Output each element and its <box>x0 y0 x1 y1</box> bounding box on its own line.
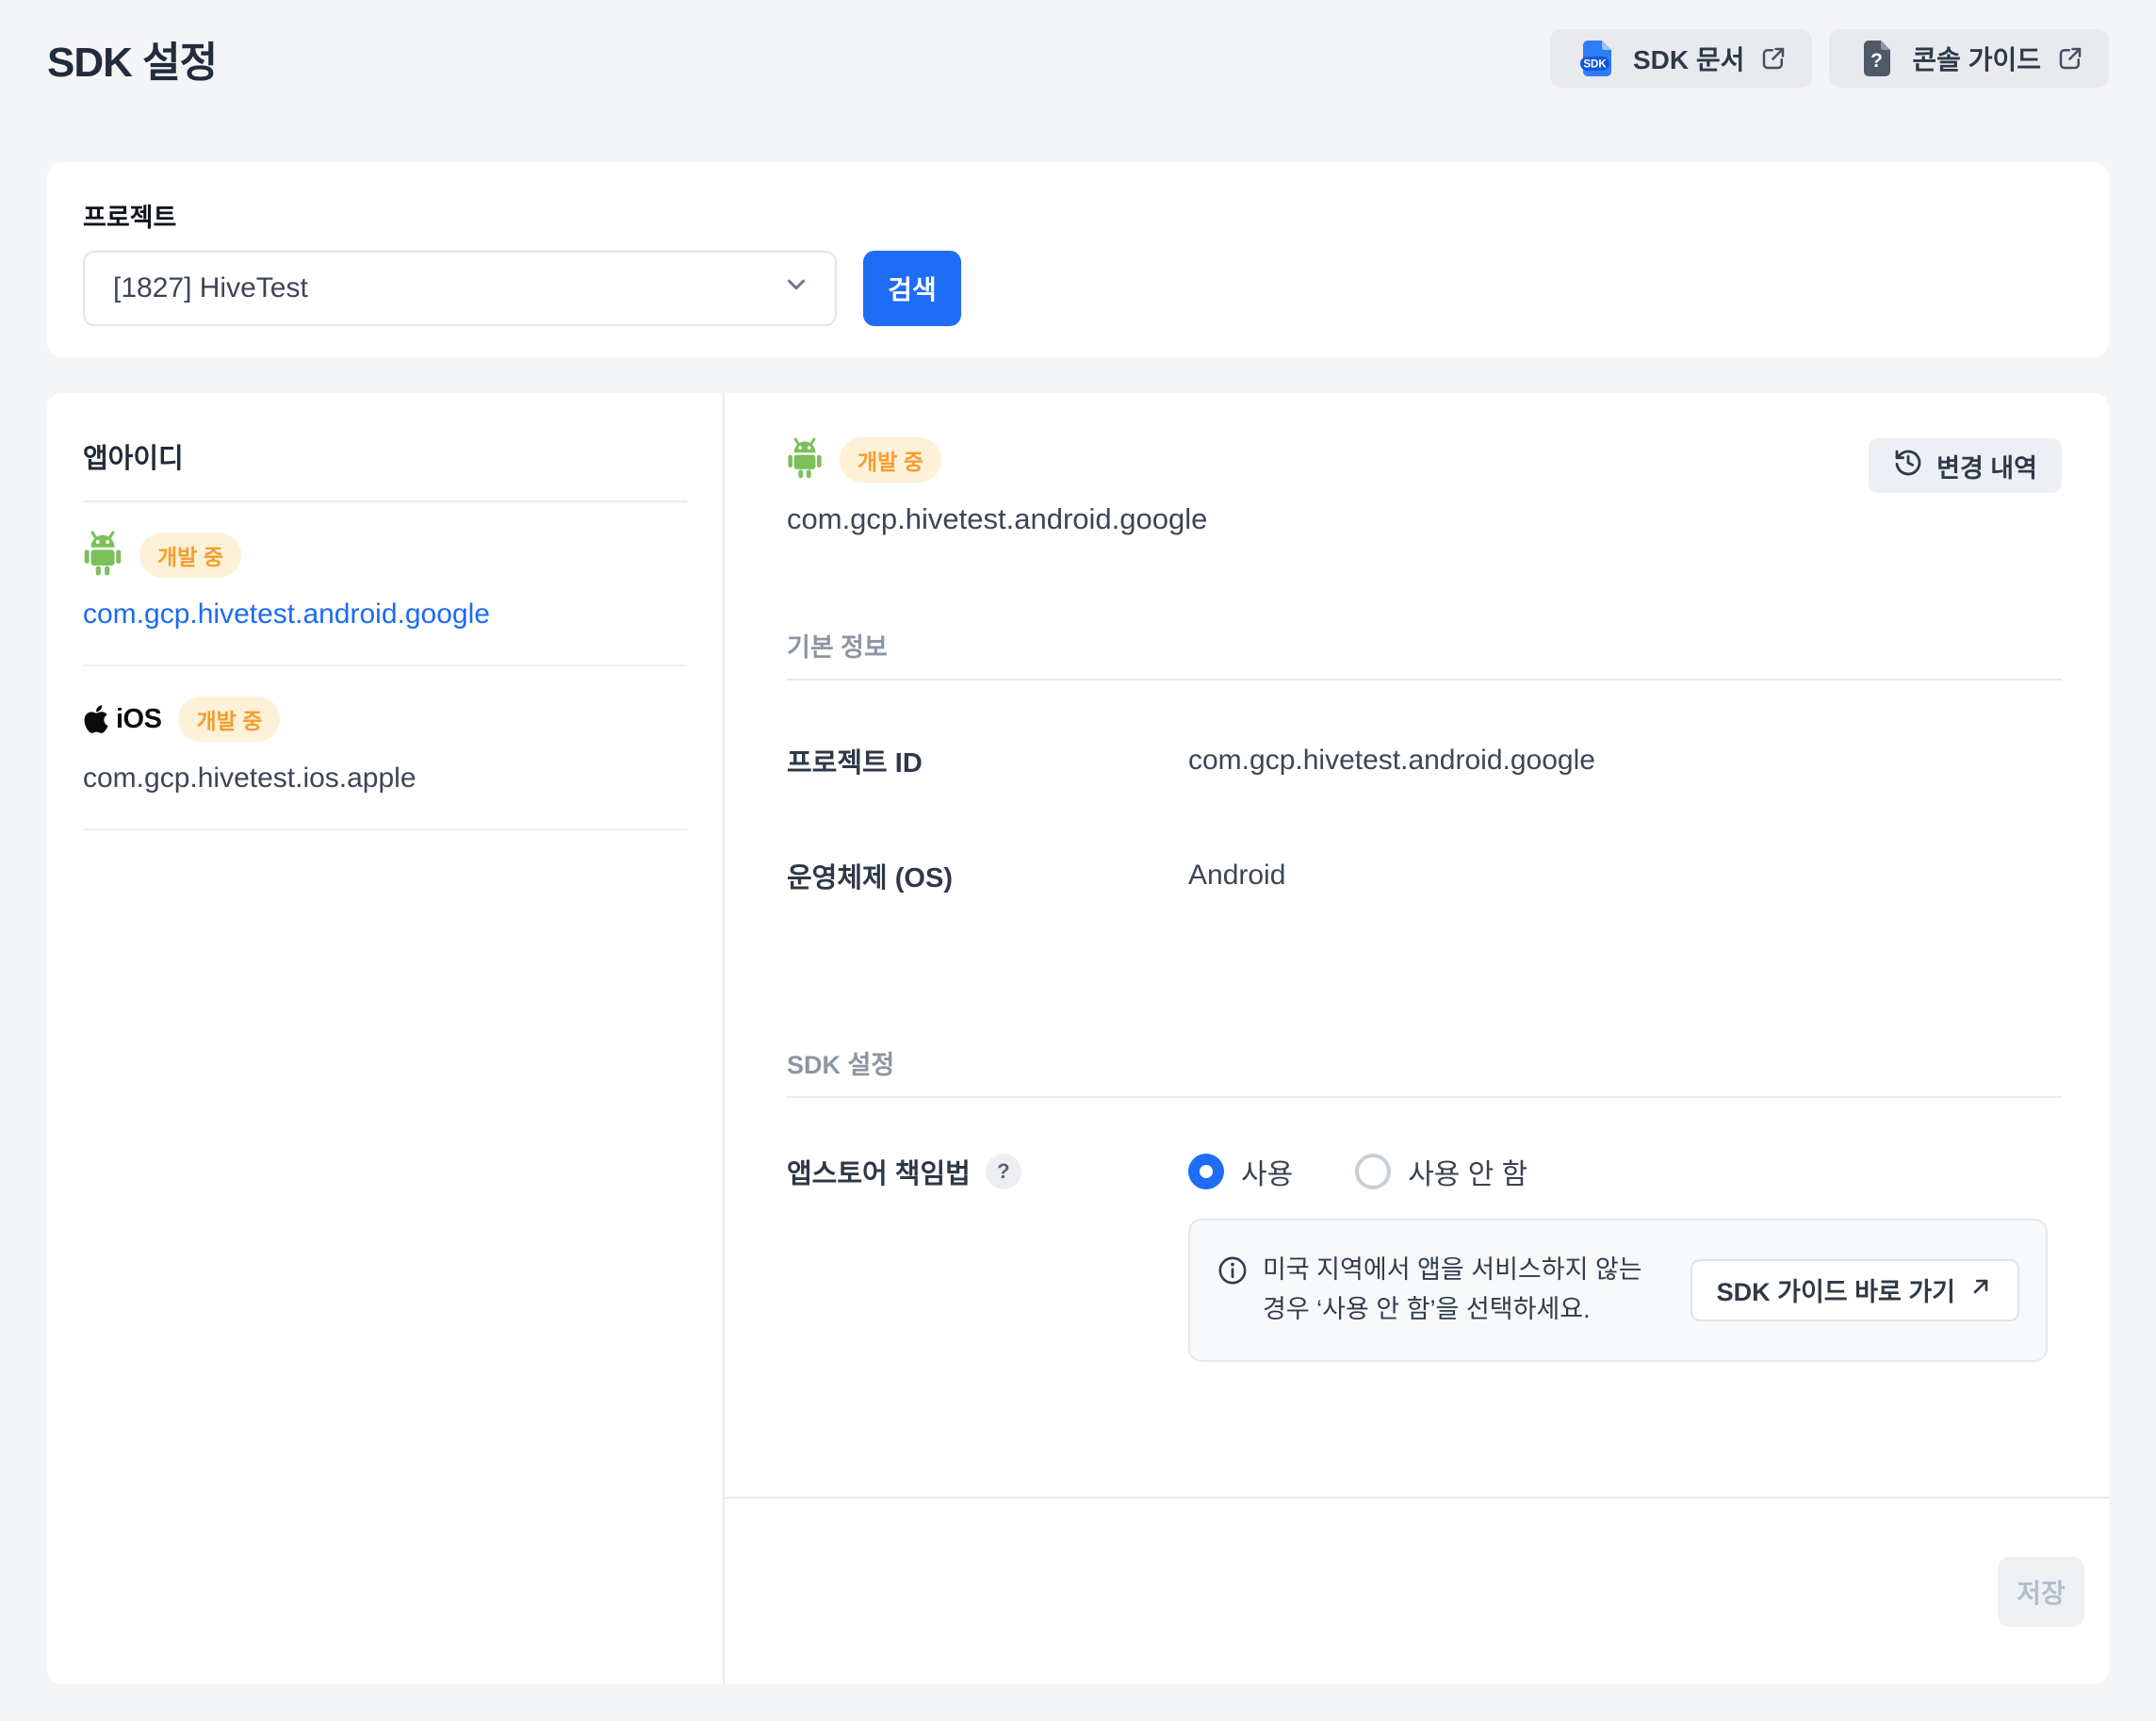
android-icon <box>83 531 122 581</box>
os-label: 운영체제 (OS) <box>787 856 1188 895</box>
app-list-item-android[interactable]: 개발 중 com.gcp.hivetest.android.google <box>83 502 687 666</box>
usage-notice-box: 미국 지역에서 앱을 서비스하지 않는 경우 ‘사용 안 함’을 선택하세요. … <box>1188 1219 2048 1362</box>
radio-selected-icon[interactable] <box>1188 1154 1224 1189</box>
project-id-label: 프로젝트 ID <box>787 741 1188 780</box>
console-guide-button-label: 콘솔 가이드 <box>1912 40 2041 77</box>
usage-notice-text: 미국 지역에서 앱을 서비스하지 않는 경우 ‘사용 안 함’을 선택하세요. <box>1263 1251 1668 1330</box>
radio-not-use-label: 사용 안 함 <box>1408 1151 1527 1192</box>
save-button[interactable]: 저장 <box>1998 1557 2084 1627</box>
detail-app-id: com.gcp.hivetest.android.google <box>787 502 1207 536</box>
console-guide-button[interactable]: ? 콘솔 가이드 <box>1829 29 2109 88</box>
project-select-value: [1827] HiveTest <box>113 272 308 304</box>
sdk-doc-button-label: SDK 문서 <box>1633 40 1744 77</box>
change-history-label: 변경 내역 <box>1936 448 2037 484</box>
help-icon[interactable]: ? <box>986 1154 1021 1189</box>
app-detail-panel: 개발 중 com.gcp.hivetest.android.google 변경 … <box>725 393 2109 1684</box>
sdk-settings-section: SDK 설정 앱스토어 책임법 ? 사용 사용 안 함 <box>787 1044 2062 1362</box>
app-id-sidebar: 앱아이디 <box>47 393 725 1684</box>
history-icon <box>1893 448 1923 484</box>
app-list-title: 앱아이디 <box>83 436 687 502</box>
sdk-settings-page: SDK 설정 SDK SDK 문서 <box>0 0 2156 1721</box>
detail-footer: 저장 <box>725 1497 2109 1684</box>
appstore-law-label: 앱스토어 책임법 <box>787 1152 971 1191</box>
appstore-law-radio-group: 사용 사용 안 함 <box>1188 1151 1527 1192</box>
status-badge: 개발 중 <box>840 437 941 483</box>
radio-unselected-icon[interactable] <box>1355 1154 1391 1189</box>
page-title: SDK 설정 <box>47 28 217 89</box>
os-value: Android <box>1188 860 1285 892</box>
basic-info-title: 기본 정보 <box>787 627 2062 680</box>
radio-use-label: 사용 <box>1241 1151 1293 1192</box>
project-card: 프로젝트 [1827] HiveTest 검색 <box>47 162 2109 357</box>
svg-text:SDK: SDK <box>1583 59 1607 71</box>
project-id-value: com.gcp.hivetest.android.google <box>1188 745 1595 777</box>
top-header: SDK 설정 SDK SDK 문서 <box>0 0 2156 89</box>
radio-option-use[interactable]: 사용 <box>1188 1151 1293 1192</box>
arrow-up-right-icon <box>1968 1274 1993 1305</box>
project-label: 프로젝트 <box>83 204 2073 232</box>
project-select[interactable]: [1827] HiveTest <box>83 251 837 326</box>
app-list-item-ios[interactable]: iOS 개발 중 com.gcp.hivetest.ios.apple <box>83 666 687 830</box>
basic-info-section: 기본 정보 프로젝트 ID com.gcp.hivetest.android.g… <box>787 627 2062 895</box>
sdk-guide-button-label: SDK 가이드 바로 가기 <box>1717 1271 1955 1308</box>
sdk-guide-button[interactable]: SDK 가이드 바로 가기 <box>1690 1259 2019 1321</box>
sdk-doc-button[interactable]: SDK SDK 문서 <box>1550 29 1812 88</box>
ios-platform-label: iOS <box>116 704 161 735</box>
console-guide-icon: ? <box>1854 37 1897 80</box>
external-link-icon <box>2056 44 2084 73</box>
svg-text:?: ? <box>1870 50 1883 72</box>
sdk-doc-icon: SDK <box>1575 37 1618 80</box>
info-icon <box>1217 1251 1249 1291</box>
radio-option-not-use[interactable]: 사용 안 함 <box>1355 1151 1527 1192</box>
ios-icon: iOS <box>83 703 161 735</box>
status-badge: 개발 중 <box>139 533 241 578</box>
external-link-icon <box>1759 44 1788 73</box>
chevron-down-icon <box>782 270 810 306</box>
change-history-button[interactable]: 변경 내역 <box>1869 438 2062 493</box>
status-badge: 개발 중 <box>178 697 280 742</box>
android-icon <box>787 437 823 484</box>
app-id-text: com.gcp.hivetest.ios.apple <box>83 762 687 795</box>
search-button[interactable]: 검색 <box>863 251 961 326</box>
app-id-link[interactable]: com.gcp.hivetest.android.google <box>83 598 687 631</box>
top-actions: SDK SDK 문서 ? <box>1550 29 2109 88</box>
main-card: 앱아이디 <box>47 393 2109 1684</box>
sdk-settings-title: SDK 설정 <box>787 1044 2062 1098</box>
